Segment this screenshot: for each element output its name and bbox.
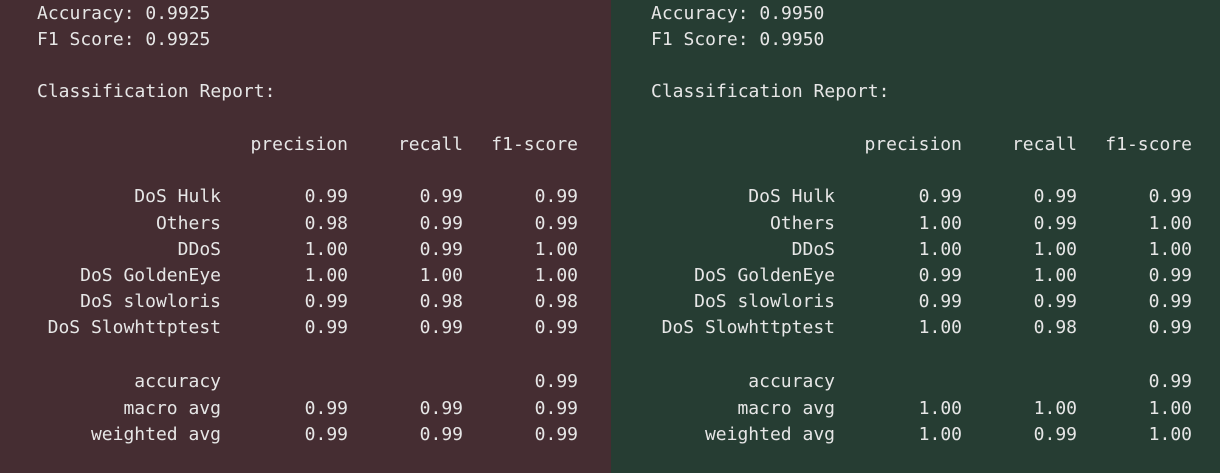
precision-value: 0.99 (304, 424, 348, 445)
precision-value: 1.00 (304, 239, 348, 260)
f1-value: 0.99 (534, 213, 578, 234)
class-name: DoS Hulk (134, 186, 221, 207)
precision-value: 1.00 (918, 213, 962, 234)
class-name: DoS GoldenEye (694, 265, 835, 286)
f1-value: 0.99 (1148, 265, 1192, 286)
class-name: DoS slowloris (80, 291, 221, 312)
recall-value: 1.00 (1033, 398, 1077, 419)
f1-value: 0.99 (534, 317, 578, 338)
recall-value: 0.99 (419, 213, 463, 234)
class-name: Others (155, 213, 221, 234)
f1-value: 1.00 (1148, 239, 1192, 260)
precision-value: 0.99 (918, 265, 962, 286)
summary-name: macro avg (737, 398, 835, 419)
recall-value: 0.99 (419, 186, 463, 207)
f1-value: 0.99 (534, 424, 578, 445)
precision-value: 0.98 (304, 213, 348, 234)
f1-value: 1.00 (534, 265, 578, 286)
summary-name: macro avg (123, 398, 221, 419)
recall-value: 0.99 (419, 239, 463, 260)
recall-value: 1.00 (1033, 239, 1077, 260)
output-comparison: Accuracy: 0.9925 F1 Score: 0.9925 Classi… (0, 0, 1220, 473)
recall-value: 0.99 (1033, 291, 1077, 312)
summary-name: accuracy (748, 371, 835, 392)
class-name: DoS Slowhttptest (47, 317, 221, 338)
class-name: DoS Hulk (748, 186, 835, 207)
recall-value: 1.00 (1033, 265, 1077, 286)
f1-value: 1.00 (1148, 213, 1192, 234)
accuracy-line: Accuracy: 0.9925 (37, 3, 211, 24)
precision-value: 1.00 (918, 424, 962, 445)
recall-value: 0.98 (1033, 317, 1077, 338)
f1-value: 0.99 (1148, 371, 1192, 392)
class-name: DoS GoldenEye (80, 265, 221, 286)
recall-value: 0.99 (1033, 424, 1077, 445)
f1-value: 0.99 (534, 398, 578, 419)
summary-name: weighted avg (90, 424, 221, 445)
recall-value: 0.99 (419, 317, 463, 338)
left-output-panel: Accuracy: 0.9925 F1 Score: 0.9925 Classi… (0, 0, 611, 473)
recall-value: 0.99 (419, 398, 463, 419)
summary-name: weighted avg (704, 424, 835, 445)
f1-value: 1.00 (534, 239, 578, 260)
report-title: Classification Report: (651, 81, 890, 102)
f1-value: 0.99 (534, 186, 578, 207)
f1-value: 1.00 (1148, 398, 1192, 419)
precision-value: 0.99 (304, 317, 348, 338)
header-f1-score: f1-score (1105, 134, 1192, 155)
class-name: DDoS (791, 239, 835, 260)
precision-value: 0.99 (918, 291, 962, 312)
f1-score-line: F1 Score: 0.9925 (37, 29, 211, 50)
accuracy-line: Accuracy: 0.9950 (651, 3, 825, 24)
precision-value: 0.99 (304, 398, 348, 419)
f1-value: 1.00 (1148, 424, 1192, 445)
precision-value: 1.00 (304, 265, 348, 286)
f1-value: 0.99 (1148, 186, 1192, 207)
header-f1-score: f1-score (491, 134, 578, 155)
recall-value: 0.98 (419, 291, 463, 312)
report-title: Classification Report: (37, 81, 276, 102)
header-precision: precision (864, 134, 962, 155)
summary-name: accuracy (134, 371, 221, 392)
recall-value: 0.99 (1033, 186, 1077, 207)
class-name: Others (769, 213, 835, 234)
precision-value: 0.99 (304, 186, 348, 207)
recall-value: 0.99 (1033, 213, 1077, 234)
recall-value: 0.99 (419, 424, 463, 445)
precision-value: 0.99 (304, 291, 348, 312)
f1-value: 0.99 (1148, 291, 1192, 312)
f1-value: 0.99 (1148, 317, 1192, 338)
f1-value: 0.98 (534, 291, 578, 312)
class-name: DoS slowloris (694, 291, 835, 312)
f1-score-line: F1 Score: 0.9950 (651, 29, 825, 50)
recall-value: 1.00 (419, 265, 463, 286)
right-output-panel: Accuracy: 0.9950 F1 Score: 0.9950 Classi… (611, 0, 1220, 473)
precision-value: 1.00 (918, 398, 962, 419)
f1-value: 0.99 (534, 371, 578, 392)
precision-value: 0.99 (918, 186, 962, 207)
class-name: DDoS (177, 239, 221, 260)
header-precision: precision (250, 134, 348, 155)
precision-value: 1.00 (918, 317, 962, 338)
precision-value: 1.00 (918, 239, 962, 260)
header-recall: recall (1011, 134, 1077, 155)
class-name: DoS Slowhttptest (661, 317, 835, 338)
header-recall: recall (397, 134, 463, 155)
